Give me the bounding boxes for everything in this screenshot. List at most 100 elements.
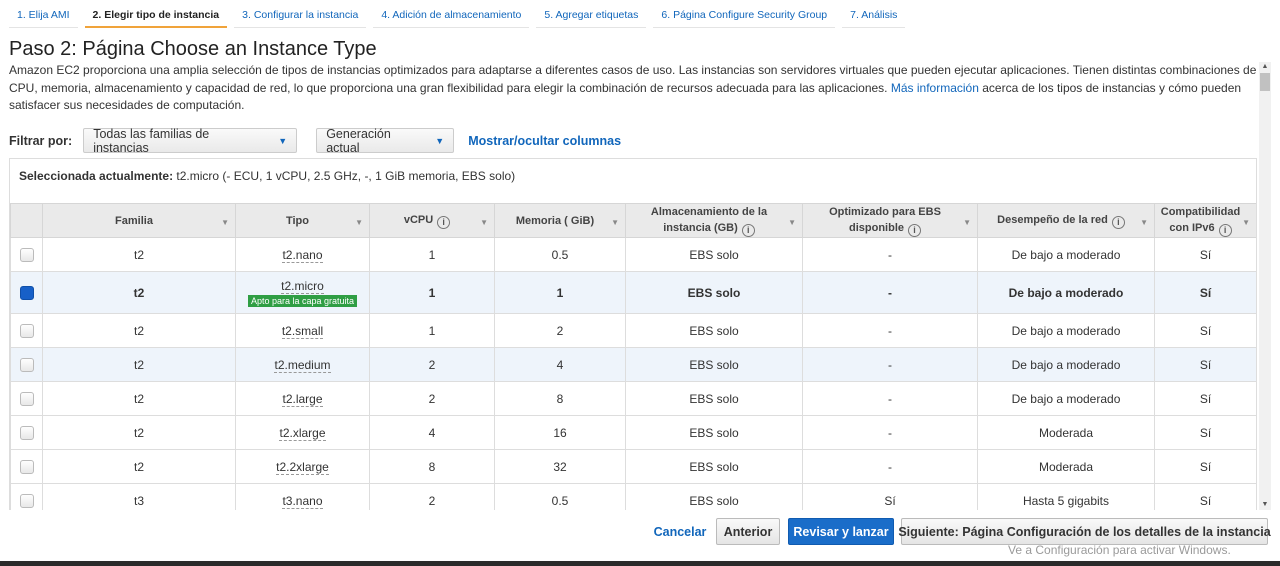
review-and-launch-button[interactable]: Revisar y lanzar — [788, 518, 894, 545]
table-row[interactable]: t2 t2.nano 1 0.5 EBS solo - De bajo a mo… — [10, 237, 1256, 272]
header-ebs[interactable]: Optimizado para EBS disponible i ▼ — [802, 203, 978, 238]
next-button[interactable]: Siguiente: Página Configuración de los d… — [898, 518, 1271, 545]
cell-storage: EBS solo — [625, 271, 803, 314]
table-row[interactable]: t3 t3.nano 2 0.5 EBS solo Sí Hasta 5 gig… — [10, 483, 1256, 510]
header-ipv6[interactable]: Compatibilidad con IPv6 i ▼ — [1154, 203, 1256, 238]
row-select-cell[interactable] — [10, 347, 43, 382]
row-checkbox[interactable] — [19, 391, 34, 406]
header-vcpu[interactable]: vCPU i ▼ — [369, 203, 495, 238]
page-scrollbar[interactable]: ▲ ▼ — [1259, 62, 1271, 510]
cell-network: De bajo a moderado — [977, 271, 1155, 314]
table-row[interactable]: t2 t2.large 2 8 EBS solo - De bajo a mod… — [10, 381, 1256, 416]
scrollbar-thumb[interactable] — [1260, 73, 1270, 91]
toggle-columns-link[interactable]: Mostrar/ocultar columnas — [468, 134, 621, 148]
row-checkbox[interactable] — [19, 459, 34, 474]
table-row-selected[interactable]: t2 t2.micro Apto para la capa gratuita 1… — [10, 271, 1256, 314]
previous-button[interactable]: Anterior — [716, 518, 780, 545]
generation-filter-value: Generación actual — [326, 126, 391, 155]
header-storage[interactable]: Almacenamiento de la instancia (GB) i ▼ — [625, 203, 803, 238]
cell-type: t3.nano — [235, 483, 370, 510]
row-select-cell[interactable] — [10, 313, 43, 348]
row-checkbox[interactable] — [19, 323, 34, 338]
scroll-down-icon[interactable]: ▼ — [1259, 500, 1271, 510]
currently-selected-label: Seleccionada actualmente: — [19, 169, 174, 183]
info-icon[interactable]: i — [1218, 224, 1232, 237]
cell-ebs: - — [802, 237, 978, 272]
cell-ipv6: Sí — [1154, 313, 1256, 348]
cell-memory: 0.5 — [494, 237, 626, 272]
row-select-cell[interactable] — [10, 381, 43, 416]
header-network[interactable]: Desempeño de la red i ▼ — [977, 203, 1155, 238]
header-family[interactable]: Familia ▼ — [42, 203, 236, 238]
cell-storage: EBS solo — [625, 415, 803, 450]
header-storage-label-2: instancia (GB) — [663, 222, 738, 234]
cancel-button[interactable]: Cancelar — [648, 518, 712, 545]
row-select-cell[interactable] — [10, 415, 43, 450]
sort-icon: ▼ — [355, 217, 363, 227]
cell-ebs: - — [802, 313, 978, 348]
generation-filter-dropdown[interactable]: Generación actual ▼ — [316, 126, 455, 155]
cell-ebs: - — [802, 381, 978, 416]
learn-more-link[interactable]: Más información — [891, 81, 979, 95]
header-vcpu-label: vCPU — [403, 214, 434, 226]
family-filter-dropdown[interactable]: Todas las familias de instancias ▼ — [83, 126, 298, 155]
header-type[interactable]: Tipo ▼ — [235, 203, 370, 238]
table-row[interactable]: t2 t2.2xlarge 8 32 EBS solo - Moderada S… — [10, 449, 1256, 484]
row-select-cell[interactable] — [10, 237, 43, 272]
cell-storage: EBS solo — [625, 381, 803, 416]
sort-icon: ▼ — [611, 217, 619, 227]
row-checkbox[interactable] — [19, 357, 34, 372]
wizard-steps: 1. Elija AMI 2. Elegir tipo de instancia… — [9, 0, 912, 28]
row-select-cell[interactable] — [10, 483, 43, 510]
tab-security-group[interactable]: 6. Página Configure Security Group — [653, 0, 836, 28]
cell-vcpu: 1 — [369, 237, 495, 272]
tab-review[interactable]: 7. Análisis — [842, 0, 906, 28]
sort-icon: ▼ — [221, 217, 229, 227]
info-icon[interactable]: i — [741, 224, 755, 237]
tab-instance-type[interactable]: 2. Elegir tipo de instancia — [84, 0, 228, 28]
cell-type: t2.nano — [235, 237, 370, 272]
cell-type: t2.micro Apto para la capa gratuita — [235, 271, 370, 314]
row-select-cell[interactable] — [10, 271, 43, 314]
tab-add-tags[interactable]: 5. Agregar etiquetas — [536, 0, 647, 28]
info-icon[interactable]: i — [1111, 216, 1125, 229]
cell-ipv6: Sí — [1154, 237, 1256, 272]
header-memory[interactable]: Memoria ( GiB) ▼ — [494, 203, 626, 238]
cell-type: t2.small — [235, 313, 370, 348]
cell-vcpu: 4 — [369, 415, 495, 450]
cell-ebs: - — [802, 347, 978, 382]
cell-storage: EBS solo — [625, 237, 803, 272]
table-row-hover[interactable]: t2 t2.medium 2 4 EBS solo - De bajo a mo… — [10, 347, 1256, 382]
row-checkbox[interactable] — [19, 425, 34, 440]
family-filter-value: Todas las familias de instancias — [93, 126, 210, 155]
row-checkbox[interactable] — [19, 493, 34, 508]
cell-network: De bajo a moderado — [977, 237, 1155, 272]
header-ipv6-label-1: Compatibilidad — [1160, 206, 1241, 218]
currently-selected-value: t2.micro (- ECU, 1 vCPU, 2.5 GHz, -, 1 G… — [176, 169, 516, 183]
cell-family: t2 — [42, 415, 236, 450]
tab-configure-instance[interactable]: 3. Configurar la instancia — [234, 0, 367, 28]
row-select-cell[interactable] — [10, 449, 43, 484]
cell-type: t2.medium — [235, 347, 370, 382]
table-header-row: Familia ▼ Tipo ▼ vCPU i ▼ Memoria ( GiB) ▼ Al… — [10, 203, 1256, 238]
cell-ebs: Sí — [802, 483, 978, 510]
tab-add-storage[interactable]: 4. Adición de almacenamiento — [373, 0, 530, 28]
instance-type-name: t2.xlarge — [279, 425, 326, 441]
info-icon[interactable]: i — [908, 224, 921, 237]
tab-choose-ami[interactable]: 1. Elija AMI — [9, 0, 78, 28]
row-checkbox[interactable] — [19, 247, 34, 262]
instance-type-name: t2.medium — [274, 357, 331, 373]
info-icon[interactable]: i — [437, 216, 451, 229]
row-checkbox-checked[interactable] — [19, 285, 34, 300]
header-family-label: Familia — [115, 214, 153, 227]
table-row[interactable]: t2 t2.xlarge 4 16 EBS solo - Moderada Sí — [10, 415, 1256, 450]
free-tier-badge: Apto para la capa gratuita — [247, 294, 358, 307]
table-row[interactable]: t2 t2.small 1 2 EBS solo - De bajo a mod… — [10, 313, 1256, 348]
cell-storage: EBS solo — [625, 313, 803, 348]
scroll-up-icon[interactable]: ▲ — [1259, 62, 1271, 72]
cell-type: t2.xlarge — [235, 415, 370, 450]
cell-vcpu: 8 — [369, 449, 495, 484]
cell-family: t2 — [42, 449, 236, 484]
cell-ipv6: Sí — [1154, 347, 1256, 382]
header-storage-label-1: Almacenamiento de la — [650, 206, 768, 218]
